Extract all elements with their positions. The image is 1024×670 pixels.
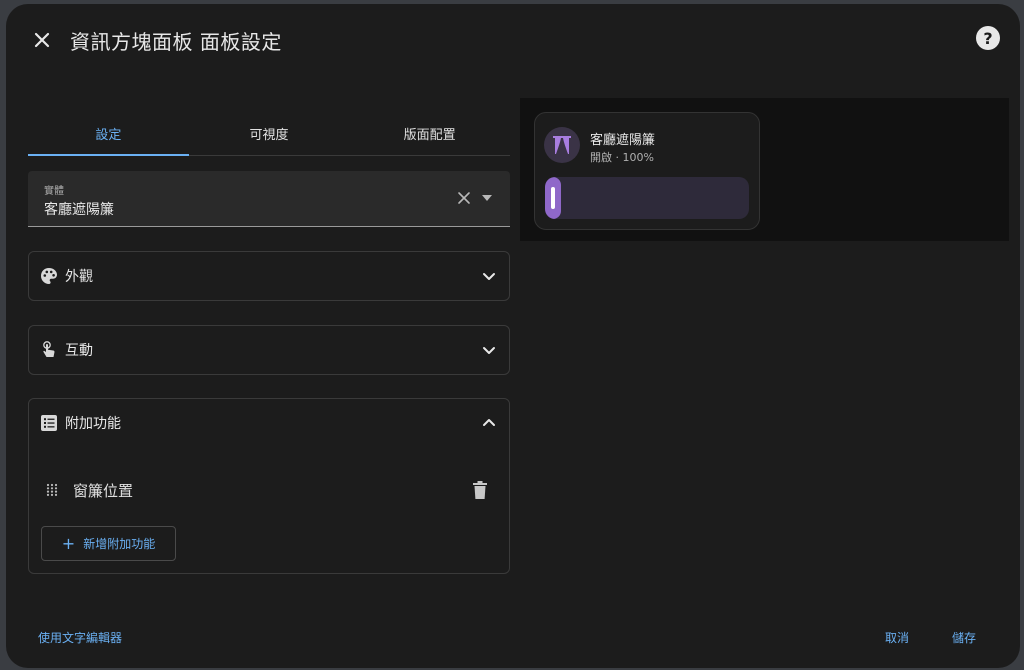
tile-state: 開啟 · 100% (590, 151, 654, 164)
chevron-up-icon (483, 419, 495, 426)
list-box-icon (41, 415, 57, 431)
tile-icon-container[interactable] (544, 127, 580, 163)
card-editor-dialog: 資訊方塊面板 面板設定 ? 設定 可視度 版面配置 實體 客廳遮陽簾 外觀 互動… (6, 4, 1020, 668)
add-feature-button[interactable]: + 新增附加功能 (41, 526, 176, 561)
features-panel: 附加功能 窗簾位置 + 新增附加功能 (28, 398, 510, 574)
tile-name: 客廳遮陽簾 (590, 133, 656, 148)
feature-item: 窗簾位置 (39, 477, 499, 503)
tile-card[interactable]: 客廳遮陽簾 開啟 · 100% (534, 112, 760, 230)
appearance-panel-header[interactable]: 外觀 (29, 252, 509, 300)
dropdown-arrow-icon[interactable] (480, 192, 494, 204)
palette-icon (41, 268, 57, 284)
card-preview: 客廳遮陽簾 開啟 · 100% (520, 98, 1009, 241)
tab-settings[interactable]: 設定 (28, 112, 189, 156)
clear-icon[interactable] (456, 190, 472, 206)
position-slider-handle[interactable] (551, 187, 555, 209)
position-slider[interactable] (545, 177, 749, 219)
help-button[interactable]: ? (976, 26, 1000, 50)
curtains-icon (553, 136, 571, 154)
features-panel-header[interactable]: 附加功能 (29, 399, 509, 447)
delete-icon[interactable] (471, 480, 489, 500)
dialog-header: 資訊方塊面板 面板設定 ? (6, 4, 1020, 74)
text-editor-button[interactable]: 使用文字編輯器 (38, 629, 122, 646)
tab-layout[interactable]: 版面配置 (349, 112, 510, 155)
features-panel-title: 附加功能 (65, 416, 121, 432)
entity-picker[interactable]: 實體 客廳遮陽簾 (28, 171, 510, 227)
plus-icon: + (61, 533, 76, 553)
entity-picker-value[interactable]: 客廳遮陽簾 (44, 199, 114, 219)
appearance-panel: 外觀 (28, 251, 510, 301)
add-feature-label: 新增附加功能 (83, 537, 156, 551)
cancel-button[interactable]: 取消 (885, 629, 909, 646)
interaction-panel-title: 互動 (65, 343, 93, 359)
drag-handle-icon[interactable] (45, 483, 59, 497)
close-icon (34, 32, 50, 48)
gesture-tap-icon (43, 341, 55, 357)
interaction-panel: 互動 (28, 325, 510, 375)
entity-picker-label: 實體 (44, 186, 64, 197)
dialog-title: 資訊方塊面板 面板設定 (70, 30, 282, 54)
save-button[interactable]: 儲存 (952, 629, 976, 646)
interaction-panel-header[interactable]: 互動 (29, 326, 509, 374)
feature-item-label: 窗簾位置 (73, 481, 134, 500)
chevron-down-icon (483, 273, 495, 280)
chevron-down-icon (483, 347, 495, 354)
help-icon: ? (983, 28, 993, 48)
editor-tabs: 設定 可視度 版面配置 (28, 112, 510, 156)
appearance-panel-title: 外觀 (65, 269, 93, 285)
close-button[interactable] (26, 24, 58, 56)
tab-visibility[interactable]: 可視度 (189, 112, 350, 155)
